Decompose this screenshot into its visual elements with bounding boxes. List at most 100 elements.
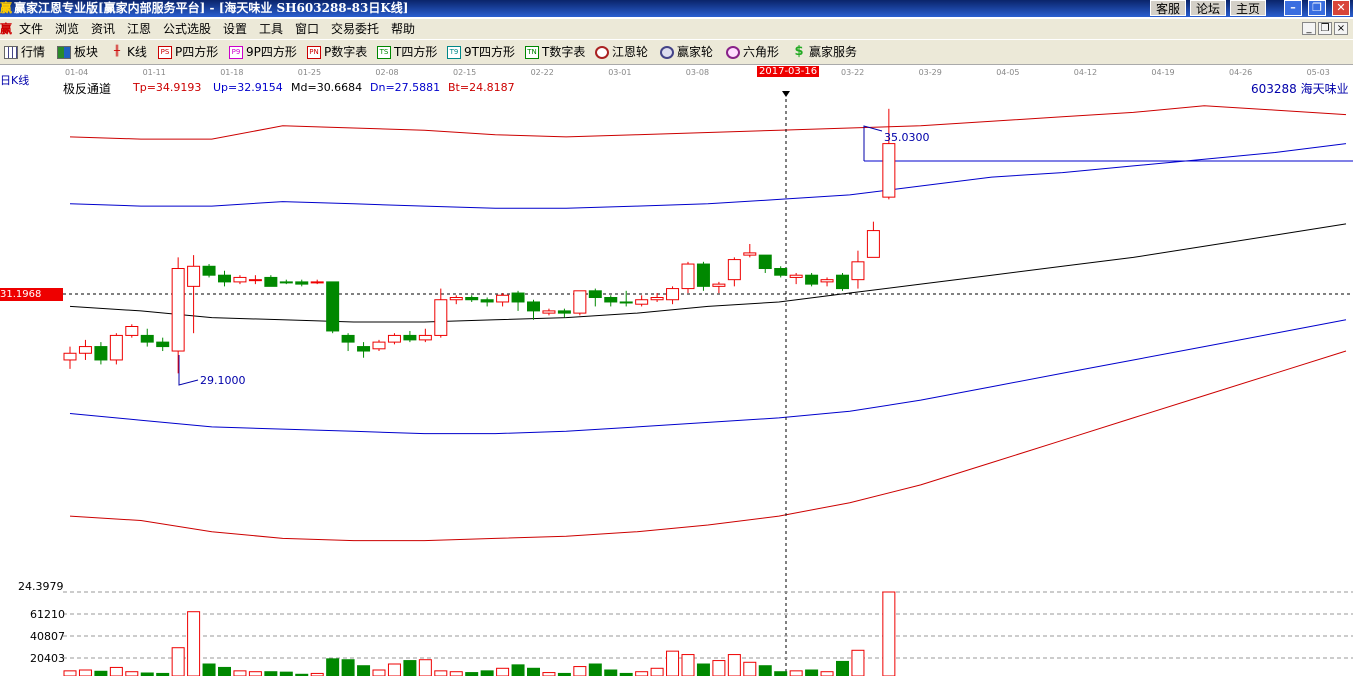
menu-info[interactable]: 资讯 (91, 19, 115, 39)
candle-body (805, 274, 819, 285)
candle-body (619, 301, 633, 304)
big-wheel-icon (660, 46, 674, 59)
dollar-icon: $ (794, 44, 804, 59)
kline-chart-panel[interactable]: 01-04 01-11 01-18 01-25 02-08 02-15 02-22 03-01… (0, 65, 1353, 677)
mdi-restore-icon[interactable]: ❐ (1318, 22, 1332, 35)
candle-body (357, 346, 371, 352)
candle-body (496, 294, 510, 303)
minimize-icon[interactable]: – (1284, 0, 1302, 16)
candle-body (326, 281, 340, 332)
menu-tools[interactable]: 工具 (259, 19, 283, 39)
cursor-price-label: 31.1968 (0, 288, 63, 301)
candle-body (511, 292, 525, 303)
volume-bar (187, 611, 201, 677)
candle-body (218, 274, 231, 283)
menu-formula-select[interactable]: 公式选股 (163, 19, 211, 39)
date-tick: 01-18 (220, 68, 243, 77)
toolbar-t-table-button[interactable]: TN T数字表 (525, 40, 585, 64)
high-price-label: 35.0300 (884, 131, 930, 144)
date-tick: 01-04 (65, 68, 88, 77)
toolbar-gann-wheel-button[interactable]: 江恩轮 (595, 40, 648, 64)
toolbar-market-button[interactable]: 行情 (4, 40, 45, 64)
period-label: 日K线 (0, 74, 30, 87)
volume-bar (666, 650, 680, 677)
candle-body (727, 259, 741, 281)
date-tick: 03-08 (686, 68, 709, 77)
toolbar-t-square-button[interactable]: TS T四方形 (377, 40, 437, 64)
volume-bar (573, 666, 587, 677)
P9-icon: P9 (229, 46, 243, 59)
candle-body (109, 334, 123, 361)
toolbar-9p-square-button[interactable]: P9 9P四方形 (229, 40, 297, 64)
menu-trade[interactable]: 交易委托 (331, 19, 379, 39)
date-tick: 03-01 (608, 68, 631, 77)
window-title: 赢家江恩专业版[赢家内部服务平台] - [海天味业 SH603288-83日K线… (14, 1, 409, 15)
toolbar: 行情 板块 ╫ K线 PS P四方形 P9 9P四方形 PN P数字表 TS T四方形 T… (0, 40, 1353, 65)
toolbar-winner-wheel-button[interactable]: 赢家轮 (660, 40, 713, 64)
toolbar-hexagon-button[interactable]: 六角形 (726, 40, 779, 64)
menu-file[interactable]: 文件 (19, 19, 43, 39)
date-tick: 02-22 (531, 68, 554, 77)
close-icon[interactable]: ✕ (1332, 0, 1350, 16)
candle-body (295, 281, 309, 285)
dn-value: Dn=27.5881 (370, 81, 441, 94)
window-titlebar: 赢 赢家江恩专业版[赢家内部服务平台] - [海天味业 SH603288-83日… (0, 0, 1353, 17)
PN-icon: PN (307, 46, 321, 59)
mdi-minimize-icon[interactable]: _ (1302, 22, 1316, 35)
candle-body (233, 276, 247, 283)
volume-bar (882, 591, 896, 677)
candle-body (666, 288, 680, 301)
volume-bar (418, 659, 432, 677)
kline-icon: ╫ (113, 46, 121, 57)
PS-icon: PS (158, 46, 172, 59)
candle-body (573, 290, 587, 314)
toolbar-service-button[interactable]: $ 赢家服务 (792, 40, 857, 64)
candle-body (403, 334, 417, 341)
restore-icon[interactable]: ❐ (1308, 0, 1326, 16)
date-tick: 04-05 (996, 68, 1019, 77)
date-tick: 05-03 (1307, 68, 1330, 77)
toolbar-kline-button[interactable]: ╫ K线 (110, 40, 147, 64)
volume-bar (94, 670, 108, 677)
candle-body (156, 341, 170, 348)
menu-gann[interactable]: 江恩 (127, 19, 151, 39)
app-logo-icon: 赢 (0, 1, 13, 15)
volume-bar (542, 672, 556, 677)
volume-bar (851, 649, 865, 677)
volume-bar (171, 647, 185, 677)
menu-window[interactable]: 窗口 (295, 19, 319, 39)
indicator-name: 极反通道 (63, 82, 112, 96)
menu-help[interactable]: 帮助 (391, 19, 415, 39)
candle-body (774, 268, 788, 276)
date-tick: 03-22 (841, 68, 864, 77)
candle-body (449, 297, 463, 301)
volume-bar (264, 671, 278, 677)
date-tick: 04-26 (1229, 68, 1252, 77)
mdi-close-icon[interactable]: × (1334, 22, 1348, 35)
homepage-button[interactable]: 主页 (1230, 0, 1266, 16)
toolbar-p-table-button[interactable]: PN P数字表 (307, 40, 367, 64)
TN-icon: TN (525, 46, 539, 59)
toolbar-p-square-button[interactable]: PS P四方形 (158, 40, 218, 64)
channel-bt-line (69, 350, 1347, 542)
candle-body (341, 334, 355, 343)
candle-body (712, 283, 726, 287)
menu-browse[interactable]: 浏览 (55, 19, 79, 39)
toolbar-9t-square-button[interactable]: T9 9T四方形 (447, 40, 515, 64)
menu-settings[interactable]: 设置 (223, 19, 247, 39)
customer-service-button[interactable]: 客服 (1150, 0, 1186, 16)
kline-chart[interactable]: 01-04 01-11 01-18 01-25 02-08 02-15 02-22 03-01… (0, 65, 1353, 677)
candle-body (310, 281, 324, 284)
volume-bar (465, 672, 479, 677)
volume-bar (403, 660, 417, 677)
volume-tick-20403: 20403 (30, 652, 65, 665)
volume-bar (341, 659, 355, 677)
volume-bar (279, 671, 293, 677)
volume-bar (372, 669, 386, 677)
candle-body (789, 274, 803, 278)
candle-body (94, 346, 108, 361)
candle-body (542, 310, 556, 314)
toolbar-sector-button[interactable]: 板块 (57, 40, 98, 64)
channel-dn-line (69, 319, 1347, 435)
forum-button[interactable]: 论坛 (1190, 0, 1226, 16)
